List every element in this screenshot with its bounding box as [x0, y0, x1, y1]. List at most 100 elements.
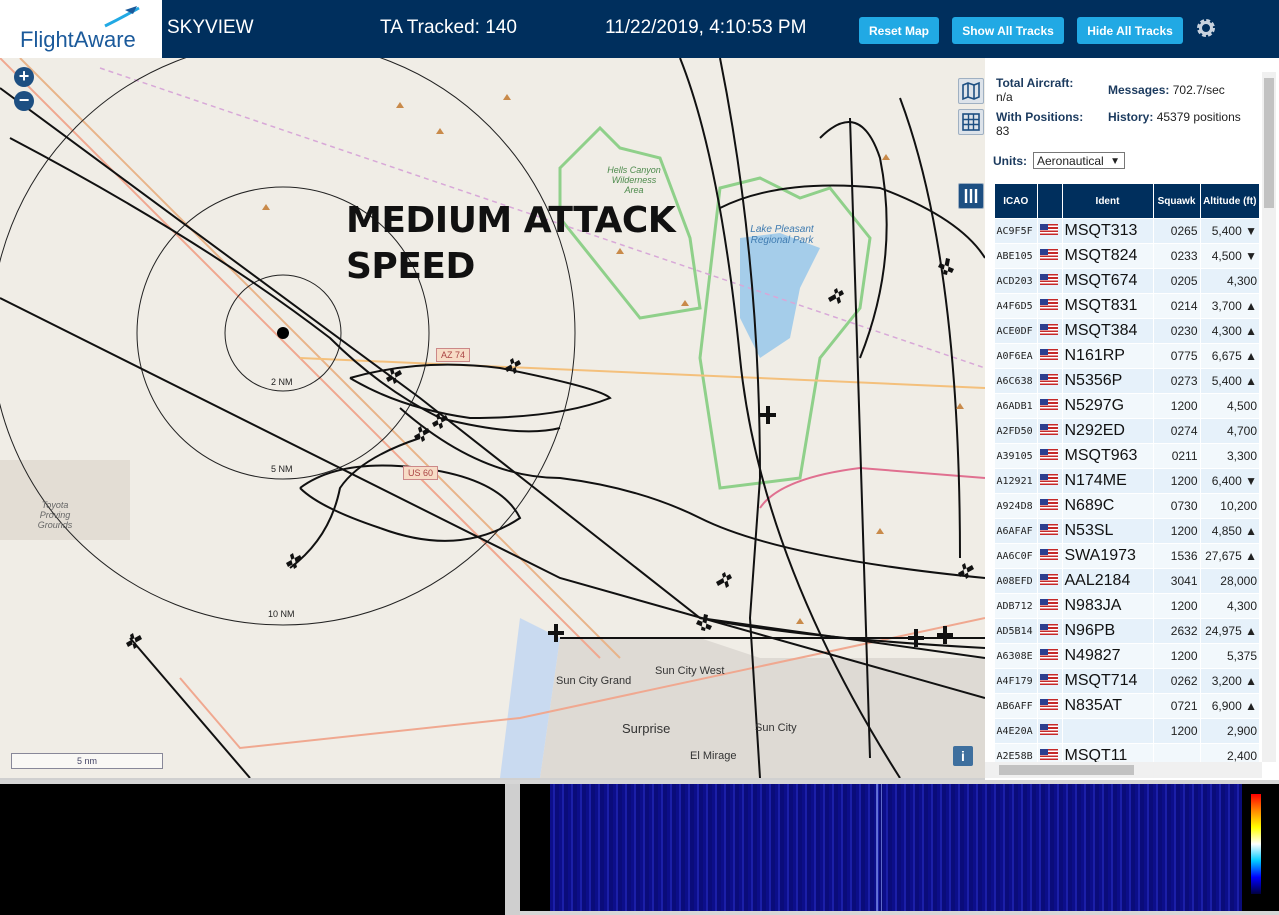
us-flag-icon — [1039, 649, 1058, 660]
table-row[interactable]: AC9F5F MSQT313 0265 5,400 ▼ — [994, 218, 1260, 244]
with-positions-value: 83 — [996, 124, 1010, 138]
table-row[interactable]: A6AFAF N53SL 1200 4,850 ▲ — [994, 518, 1260, 544]
map-label-lake-pleasant: Lake Pleasant Regional Park — [750, 224, 814, 246]
map-layers-button[interactable] — [958, 78, 984, 104]
table-row[interactable]: ABE105 MSQT824 0233 4,500 ▼ — [994, 243, 1260, 269]
table-row[interactable]: A0F6EA N161RP 0775 6,675 ▲ — [994, 343, 1260, 369]
column-header-flag[interactable] — [1036, 183, 1063, 219]
scrollbar-thumb-horizontal[interactable] — [999, 765, 1134, 775]
cell-altitude: 24,975 ▲ — [1200, 618, 1260, 644]
reset-map-button[interactable]: Reset Map — [859, 17, 939, 44]
cell-icao: A6AFAF — [994, 518, 1038, 544]
cell-altitude: 4,300 ▲ — [1200, 318, 1260, 344]
cell-flag — [1037, 593, 1063, 619]
units-label: Units: — [993, 154, 1027, 168]
units-select[interactable]: Aeronautical ▼ — [1033, 152, 1125, 169]
table-row[interactable]: AD5B14 N96PB 2632 24,975 ▲ — [994, 618, 1260, 644]
cell-flag — [1037, 243, 1063, 269]
cell-flag — [1037, 368, 1063, 394]
grid-toggle-button[interactable] — [958, 109, 984, 135]
cell-ident: MSQT384 — [1062, 318, 1154, 344]
table-row[interactable]: AA6C0F SWA1973 1536 27,675 ▲ — [994, 543, 1260, 569]
column-header-squawk[interactable]: Squawk — [1152, 183, 1201, 219]
show-all-tracks-button[interactable]: Show All Tracks — [952, 17, 1064, 44]
cell-squawk: 0775 — [1153, 343, 1201, 369]
table-row[interactable]: ACD203 MSQT674 0205 4,300 — [994, 268, 1260, 294]
cell-altitude: 3,700 ▲ — [1200, 293, 1260, 319]
grid-icon — [962, 113, 980, 131]
flightaware-logo[interactable]: FlightAware — [0, 0, 162, 58]
top-header: FlightAware SKYVIEW TA Tracked: 140 11/2… — [0, 0, 1279, 58]
table-row[interactable]: A4F179 MSQT714 0262 3,200 ▲ — [994, 668, 1260, 694]
pane-divider[interactable] — [505, 784, 520, 915]
waterfall-margin — [520, 784, 550, 911]
zoom-in-button[interactable]: + — [14, 67, 34, 87]
cell-flag — [1037, 393, 1063, 419]
table-row[interactable]: A4F6D5 MSQT831 0214 3,700 ▲ — [994, 293, 1260, 319]
datetime: 11/22/2019, 4:10:53 PM — [605, 17, 807, 38]
cell-squawk: 2632 — [1153, 618, 1201, 644]
history-value: 45379 positions — [1156, 110, 1241, 124]
table-row[interactable]: ADB712 N983JA 1200 4,300 — [994, 593, 1260, 619]
panel-vertical-scrollbar[interactable] — [1262, 72, 1276, 762]
cell-icao: A924D8 — [994, 493, 1038, 519]
map-canvas[interactable] — [0, 58, 985, 778]
table-row[interactable]: A12921 N174ME 1200 6,400 ▼ — [994, 468, 1260, 494]
cell-squawk: 0214 — [1153, 293, 1201, 319]
hide-all-tracks-button[interactable]: Hide All Tracks — [1077, 17, 1183, 44]
table-row[interactable]: A6308E N49827 1200 5,375 — [994, 643, 1260, 669]
table-row[interactable]: A4E20A 1200 2,900 — [994, 718, 1260, 744]
range-ring-label-10nm: 10 NM — [268, 609, 295, 619]
map-view[interactable]: 2 NM 5 NM 10 NM Hells Canyon Wilderness … — [0, 58, 985, 778]
column-header-ident[interactable]: Ident — [1061, 183, 1154, 219]
us-flag-icon — [1039, 424, 1058, 435]
info-button[interactable]: i — [953, 746, 973, 766]
total-aircraft-stat: Total Aircraft: n/a — [996, 76, 1073, 104]
zoom-out-button[interactable]: − — [14, 91, 34, 111]
map-label-toyota: Toyota Proving Grounds — [37, 500, 73, 530]
us-flag-icon — [1039, 299, 1058, 310]
map-label-sun-city-grand: Sun City Grand — [556, 675, 632, 687]
table-row[interactable]: ACE0DF MSQT384 0230 4,300 ▲ — [994, 318, 1260, 344]
table-row[interactable]: A6C638 N5356P 0273 5,400 ▲ — [994, 368, 1260, 394]
panel-horizontal-scrollbar[interactable] — [985, 762, 1262, 778]
cell-flag — [1037, 343, 1063, 369]
map-scale-bar: 5 nm — [11, 753, 163, 769]
table-row[interactable]: A2FD50 N292ED 0274 4,700 — [994, 418, 1260, 444]
cell-ident: N96PB — [1062, 618, 1154, 644]
cell-altitude: 3,300 — [1200, 443, 1260, 469]
table-row[interactable]: A6ADB1 N5297G 1200 4,500 — [994, 393, 1260, 419]
table-row[interactable]: A08EFD AAL2184 3041 28,000 — [994, 568, 1260, 594]
chevron-down-icon: ▼ — [1110, 156, 1120, 167]
cell-squawk: 1536 — [1153, 543, 1201, 569]
gear-icon[interactable] — [1194, 16, 1218, 40]
cell-ident: N983JA — [1062, 593, 1154, 619]
cell-flag — [1037, 493, 1063, 519]
cell-altitude: 4,700 — [1200, 418, 1260, 444]
cell-flag — [1037, 443, 1063, 469]
scrollbar-thumb[interactable] — [1264, 78, 1274, 208]
cell-ident: MSQT313 — [1062, 218, 1154, 244]
table-row[interactable]: A924D8 N689C 0730 10,200 — [994, 493, 1260, 519]
cell-squawk: 0273 — [1153, 368, 1201, 394]
us-flag-icon — [1039, 699, 1058, 710]
us-flag-icon — [1039, 724, 1058, 735]
cell-ident: AAL2184 — [1062, 568, 1154, 594]
cell-flag — [1037, 268, 1063, 294]
messages-value: 702.7/sec — [1172, 83, 1225, 97]
column-header-altitude[interactable]: Altitude (ft) — [1199, 183, 1260, 219]
table-row[interactable]: AB6AFF N835AT 0721 6,900 ▲ — [994, 693, 1260, 719]
history-label: History: — [1108, 110, 1154, 124]
cell-icao: A12921 — [994, 468, 1038, 494]
table-row[interactable]: A39105 MSQT963 0211 3,300 — [994, 443, 1260, 469]
map-label-el-mirage: El Mirage — [690, 750, 737, 762]
column-toggle-button[interactable] — [958, 183, 984, 209]
with-positions-label: With Positions: — [996, 110, 1084, 124]
app-name: SKYVIEW — [167, 17, 254, 38]
cell-altitude: 5,400 ▼ — [1200, 218, 1260, 244]
us-flag-icon — [1039, 324, 1058, 335]
cell-icao: AB6AFF — [994, 693, 1038, 719]
us-flag-icon — [1039, 349, 1058, 360]
map-label-sun-city: Sun City — [755, 722, 797, 734]
column-header-icao[interactable]: ICAO — [994, 183, 1038, 219]
